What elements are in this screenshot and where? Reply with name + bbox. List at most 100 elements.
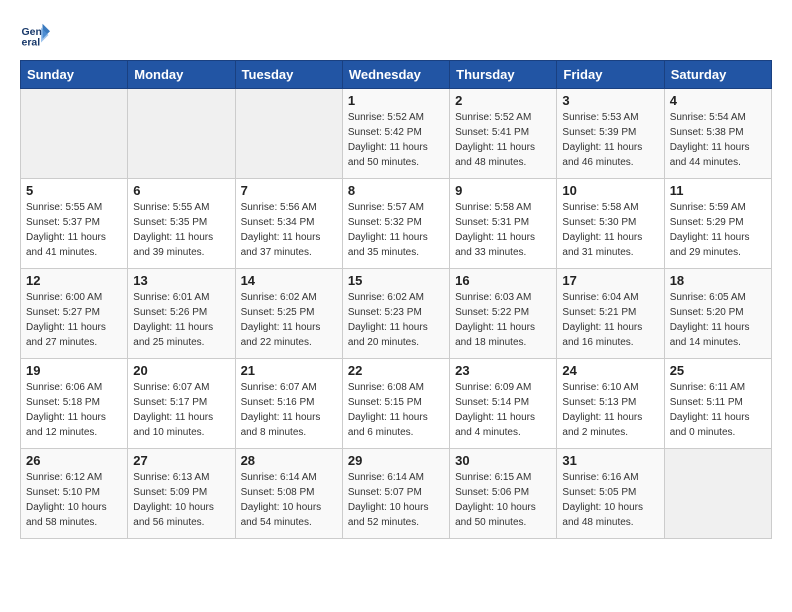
day-number: 30 <box>455 453 551 468</box>
calendar-cell: 16 Sunrise: 6:03 AM Sunset: 5:22 PM Dayli… <box>450 269 557 359</box>
day-number: 5 <box>26 183 122 198</box>
calendar-cell <box>235 89 342 179</box>
day-info: Sunrise: 6:07 AM Sunset: 5:16 PM Dayligh… <box>241 380 337 440</box>
day-number: 22 <box>348 363 444 378</box>
day-of-week-header: Sunday <box>21 61 128 89</box>
calendar-cell: 3Sunrise: 5:53 AM Sunset: 5:39 PM Daylig… <box>557 89 664 179</box>
calendar-cell: 4Sunrise: 5:54 AM Sunset: 5:38 PM Daylig… <box>664 89 771 179</box>
day-info: Sunrise: 6:15 AM Sunset: 5:06 PM Dayligh… <box>455 470 551 530</box>
day-number: 6 <box>133 183 229 198</box>
logo: Gen eral <box>20 20 54 50</box>
day-number: 8 <box>348 183 444 198</box>
day-number: 9 <box>455 183 551 198</box>
day-number: 15 <box>348 273 444 288</box>
day-number: 12 <box>26 273 122 288</box>
day-info: Sunrise: 6:00 AM Sunset: 5:27 PM Dayligh… <box>26 290 122 350</box>
calendar-cell: 10 Sunrise: 5:58 AM Sunset: 5:30 PM Dayli… <box>557 179 664 269</box>
day-info: Sunrise: 6:10 AM Sunset: 5:13 PM Dayligh… <box>562 380 658 440</box>
day-of-week-header: Tuesday <box>235 61 342 89</box>
day-info: Sunrise: 6:14 AM Sunset: 5:08 PM Dayligh… <box>241 470 337 530</box>
day-info: Sunrise: 6:05 AM Sunset: 5:20 PM Dayligh… <box>670 290 766 350</box>
calendar-cell: 22Sunrise: 6:08 AM Sunset: 5:15 PM Dayli… <box>342 359 449 449</box>
calendar-cell: 21 Sunrise: 6:07 AM Sunset: 5:16 PM Dayli… <box>235 359 342 449</box>
calendar-cell <box>664 449 771 539</box>
calendar-cell: 23 Sunrise: 6:09 AM Sunset: 5:14 PM Dayli… <box>450 359 557 449</box>
day-number: 24 <box>562 363 658 378</box>
calendar-cell: 11Sunrise: 5:59 AM Sunset: 5:29 PM Dayli… <box>664 179 771 269</box>
day-info: Sunrise: 6:16 AM Sunset: 5:05 PM Dayligh… <box>562 470 658 530</box>
day-info: Sunrise: 5:58 AM Sunset: 5:31 PM Dayligh… <box>455 200 551 260</box>
day-number: 20 <box>133 363 229 378</box>
day-number: 1 <box>348 93 444 108</box>
calendar-cell: 1 Sunrise: 5:52 AM Sunset: 5:42 PM Daylig… <box>342 89 449 179</box>
calendar-cell: 15 Sunrise: 6:02 AM Sunset: 5:23 PM Dayli… <box>342 269 449 359</box>
day-info: Sunrise: 6:04 AM Sunset: 5:21 PM Dayligh… <box>562 290 658 350</box>
calendar-cell: 26Sunrise: 6:12 AM Sunset: 5:10 PM Dayli… <box>21 449 128 539</box>
day-info: Sunrise: 6:06 AM Sunset: 5:18 PM Dayligh… <box>26 380 122 440</box>
calendar-cell <box>21 89 128 179</box>
day-info: Sunrise: 6:09 AM Sunset: 5:14 PM Dayligh… <box>455 380 551 440</box>
calendar-week-row: 12 Sunrise: 6:00 AM Sunset: 5:27 PM Dayli… <box>21 269 772 359</box>
calendar-cell: 27 Sunrise: 6:13 AM Sunset: 5:09 PM Dayli… <box>128 449 235 539</box>
day-info: Sunrise: 6:03 AM Sunset: 5:22 PM Dayligh… <box>455 290 551 350</box>
calendar-cell: 29 Sunrise: 6:14 AM Sunset: 5:07 PM Dayli… <box>342 449 449 539</box>
day-info: Sunrise: 5:54 AM Sunset: 5:38 PM Dayligh… <box>670 110 766 170</box>
day-number: 2 <box>455 93 551 108</box>
calendar-cell: 12 Sunrise: 6:00 AM Sunset: 5:27 PM Dayli… <box>21 269 128 359</box>
day-number: 27 <box>133 453 229 468</box>
calendar-cell: 9 Sunrise: 5:58 AM Sunset: 5:31 PM Daylig… <box>450 179 557 269</box>
day-info: Sunrise: 5:52 AM Sunset: 5:42 PM Dayligh… <box>348 110 444 170</box>
calendar-cell: 20 Sunrise: 6:07 AM Sunset: 5:17 PM Dayli… <box>128 359 235 449</box>
day-of-week-header: Friday <box>557 61 664 89</box>
calendar-cell: 2 Sunrise: 5:52 AM Sunset: 5:41 PM Daylig… <box>450 89 557 179</box>
day-number: 7 <box>241 183 337 198</box>
day-info: Sunrise: 6:02 AM Sunset: 5:23 PM Dayligh… <box>348 290 444 350</box>
calendar-cell: 8 Sunrise: 5:57 AM Sunset: 5:32 PM Daylig… <box>342 179 449 269</box>
calendar-week-row: 1 Sunrise: 5:52 AM Sunset: 5:42 PM Daylig… <box>21 89 772 179</box>
calendar-cell: 31 Sunrise: 6:16 AM Sunset: 5:05 PM Dayli… <box>557 449 664 539</box>
day-number: 16 <box>455 273 551 288</box>
calendar-cell: 18Sunrise: 6:05 AM Sunset: 5:20 PM Dayli… <box>664 269 771 359</box>
day-info: Sunrise: 6:11 AM Sunset: 5:11 PM Dayligh… <box>670 380 766 440</box>
day-info: Sunrise: 5:55 AM Sunset: 5:35 PM Dayligh… <box>133 200 229 260</box>
day-info: Sunrise: 6:14 AM Sunset: 5:07 PM Dayligh… <box>348 470 444 530</box>
day-number: 23 <box>455 363 551 378</box>
day-info: Sunrise: 6:01 AM Sunset: 5:26 PM Dayligh… <box>133 290 229 350</box>
day-info: Sunrise: 5:57 AM Sunset: 5:32 PM Dayligh… <box>348 200 444 260</box>
day-info: Sunrise: 6:13 AM Sunset: 5:09 PM Dayligh… <box>133 470 229 530</box>
calendar-cell: 30 Sunrise: 6:15 AM Sunset: 5:06 PM Dayli… <box>450 449 557 539</box>
day-info: Sunrise: 5:55 AM Sunset: 5:37 PM Dayligh… <box>26 200 122 260</box>
day-of-week-header: Wednesday <box>342 61 449 89</box>
day-info: Sunrise: 6:12 AM Sunset: 5:10 PM Dayligh… <box>26 470 122 530</box>
calendar-cell: 24 Sunrise: 6:10 AM Sunset: 5:13 PM Dayli… <box>557 359 664 449</box>
calendar-table: SundayMondayTuesdayWednesdayThursdayFrid… <box>20 60 772 539</box>
day-number: 21 <box>241 363 337 378</box>
day-number: 25 <box>670 363 766 378</box>
day-info: Sunrise: 6:07 AM Sunset: 5:17 PM Dayligh… <box>133 380 229 440</box>
calendar-cell <box>128 89 235 179</box>
svg-text:eral: eral <box>22 37 41 49</box>
logo-icon: Gen eral <box>20 20 50 50</box>
day-info: Sunrise: 5:52 AM Sunset: 5:41 PM Dayligh… <box>455 110 551 170</box>
calendar-cell: 5 Sunrise: 5:55 AM Sunset: 5:37 PM Daylig… <box>21 179 128 269</box>
day-info: Sunrise: 5:56 AM Sunset: 5:34 PM Dayligh… <box>241 200 337 260</box>
day-number: 11 <box>670 183 766 198</box>
day-info: Sunrise: 6:02 AM Sunset: 5:25 PM Dayligh… <box>241 290 337 350</box>
day-number: 29 <box>348 453 444 468</box>
day-of-week-header: Thursday <box>450 61 557 89</box>
day-info: Sunrise: 5:58 AM Sunset: 5:30 PM Dayligh… <box>562 200 658 260</box>
day-number: 17 <box>562 273 658 288</box>
calendar-cell: 25 Sunrise: 6:11 AM Sunset: 5:11 PM Dayli… <box>664 359 771 449</box>
calendar-week-row: 19Sunrise: 6:06 AM Sunset: 5:18 PM Dayli… <box>21 359 772 449</box>
day-number: 13 <box>133 273 229 288</box>
calendar-cell: 7 Sunrise: 5:56 AM Sunset: 5:34 PM Daylig… <box>235 179 342 269</box>
day-of-week-header: Monday <box>128 61 235 89</box>
calendar-cell: 17 Sunrise: 6:04 AM Sunset: 5:21 PM Dayli… <box>557 269 664 359</box>
calendar-cell: 28Sunrise: 6:14 AM Sunset: 5:08 PM Dayli… <box>235 449 342 539</box>
calendar-cell: 13 Sunrise: 6:01 AM Sunset: 5:26 PM Dayli… <box>128 269 235 359</box>
day-number: 31 <box>562 453 658 468</box>
day-number: 10 <box>562 183 658 198</box>
calendar-cell: 6 Sunrise: 5:55 AM Sunset: 5:35 PM Daylig… <box>128 179 235 269</box>
calendar-cell: 14Sunrise: 6:02 AM Sunset: 5:25 PM Dayli… <box>235 269 342 359</box>
day-of-week-header: Saturday <box>664 61 771 89</box>
